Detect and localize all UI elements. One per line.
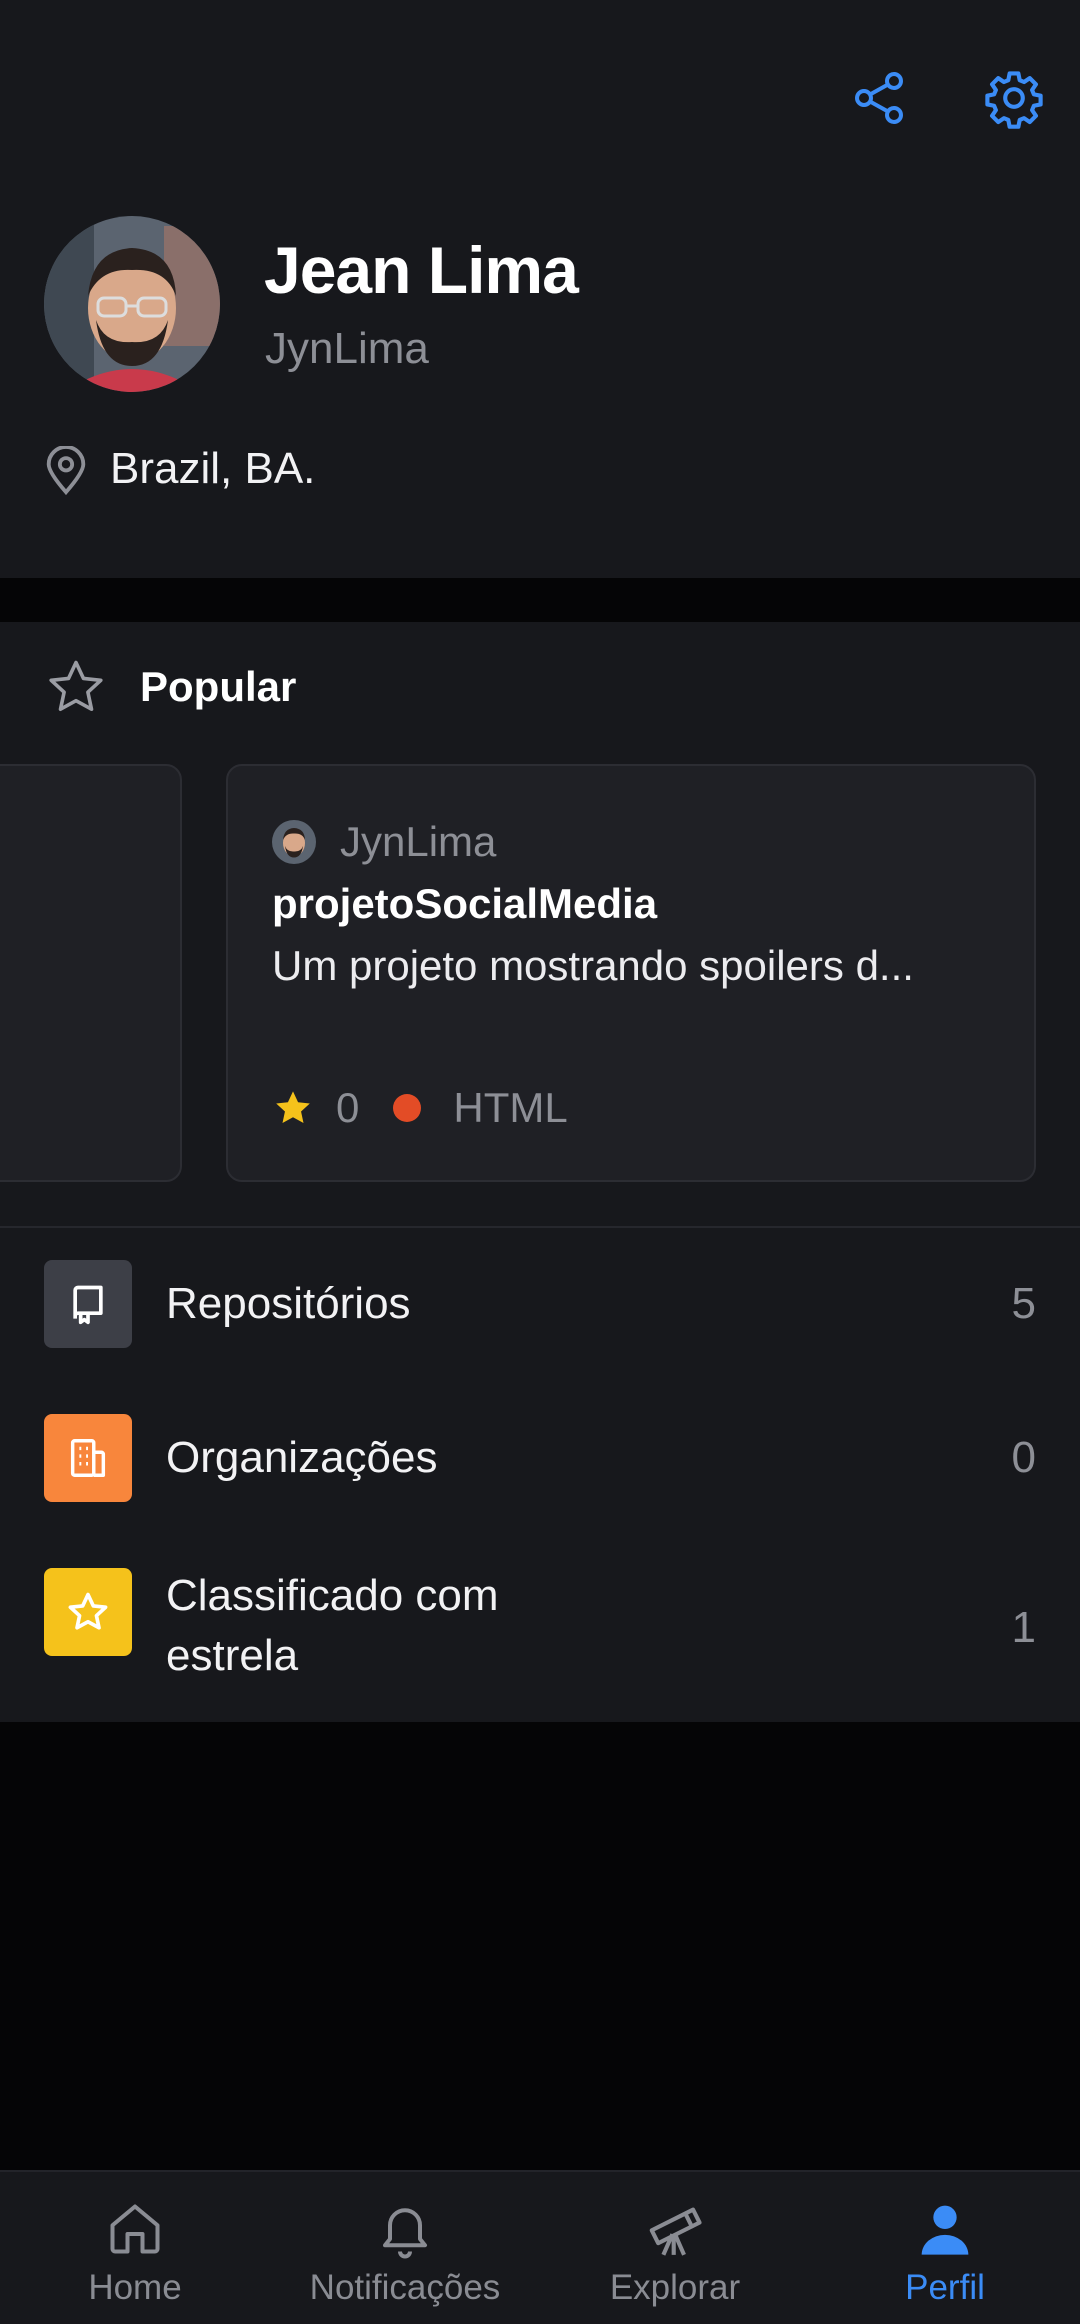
profile-header: Jean Lima JynLima Brazil, BA. (0, 0, 1080, 578)
nav-label: Perfil (905, 2268, 985, 2307)
repo-icon (44, 1260, 132, 1348)
star-icon (44, 1568, 132, 1656)
nav-label: Notificações (309, 2268, 501, 2307)
share-button[interactable] (840, 58, 920, 138)
menu-count: 5 (1011, 1279, 1036, 1328)
nav-label: Explorar (609, 2268, 741, 2307)
menu-label: Repositórios (166, 1279, 411, 1328)
profile-name: Jean Lima (264, 233, 579, 307)
bottom-navigation: Home Notificações Explorar Perfil (0, 2170, 1080, 2324)
star-outline-icon (49, 660, 103, 712)
owner-avatar (272, 820, 316, 864)
telescope-icon (649, 2207, 702, 2256)
person-icon (921, 2205, 969, 2255)
menu-label: Organizações (166, 1433, 438, 1482)
profile-location: Brazil, BA. (110, 444, 316, 493)
menu-item-organizations[interactable]: Organizações 0 (0, 1414, 1080, 1504)
profile-username: JynLima (265, 324, 429, 373)
popular-title: Popular (140, 663, 297, 710)
card-repo-name: projetoSocialMedia (272, 880, 658, 927)
menu-item-repositories[interactable]: Repositórios 5 (0, 1260, 1080, 1350)
menu-count: 1 (1011, 1603, 1036, 1652)
menu-count: 0 (1011, 1433, 1036, 1482)
location-icon (46, 446, 86, 496)
share-icon (855, 72, 903, 124)
settings-button[interactable] (974, 58, 1054, 138)
card-star-count: 0 (336, 1084, 360, 1131)
bell-icon (383, 2208, 427, 2259)
section-divider (0, 1226, 1080, 1228)
card-owner-name: JynLima (340, 818, 497, 865)
star-filled-icon (276, 1091, 310, 1124)
nav-profile[interactable]: Perfil (810, 2172, 1080, 2324)
language-color-dot (393, 1094, 422, 1122)
gear-icon (985, 71, 1043, 129)
menu-label: Classificado com estrela (166, 1571, 499, 1680)
popular-card-previous[interactable] (0, 764, 182, 1182)
nav-explore[interactable]: Explorar (540, 2172, 810, 2324)
avatar (44, 216, 220, 392)
card-language: HTML (453, 1084, 568, 1131)
popular-repo-card[interactable]: JynLima projetoSocialMedia Um projeto mo… (226, 764, 1036, 1182)
nav-label: Home (88, 2268, 182, 2307)
menu-item-starred[interactable]: Classificado com estrela 1 (0, 1568, 1080, 1688)
nav-home[interactable]: Home (0, 2172, 270, 2324)
home-icon (110, 2204, 160, 2254)
card-repo-description: Um projeto mostrando spoilers d... (272, 942, 914, 989)
nav-notifications[interactable]: Notificações (270, 2172, 540, 2324)
organization-icon (44, 1414, 132, 1502)
